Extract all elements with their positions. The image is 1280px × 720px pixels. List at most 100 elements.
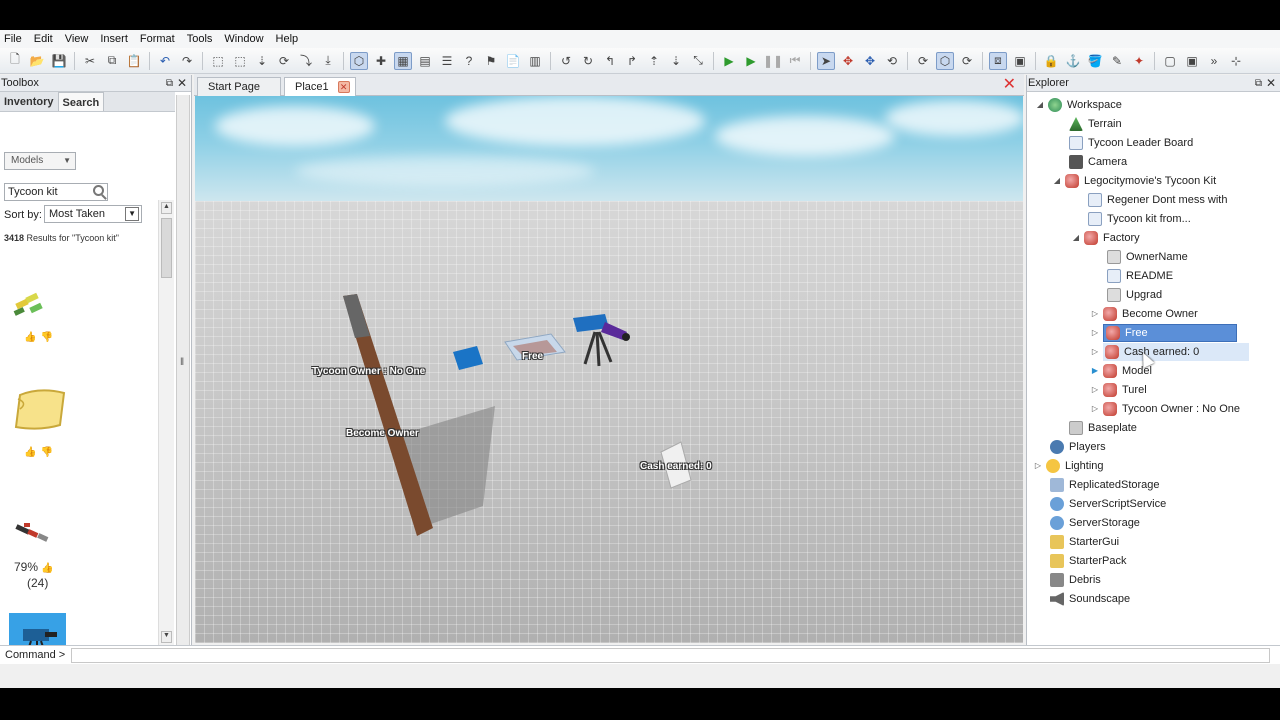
sort-select[interactable]: Most Taken ▼: [44, 205, 142, 223]
resize-tool-icon[interactable]: ✥: [861, 52, 879, 70]
lock-rotate-icon[interactable]: ⟳: [914, 52, 932, 70]
tree-item-players[interactable]: Players: [1037, 438, 1106, 456]
rotate-left-icon[interactable]: ↺: [557, 52, 575, 70]
tree-item-tycoon-kit[interactable]: ◢ Legocitymovie's Tycoon Kit: [1052, 172, 1216, 190]
menu-tools[interactable]: Tools: [187, 33, 220, 45]
pointer-icon[interactable]: ➤: [817, 51, 835, 70]
tilt-left-icon[interactable]: ↰: [601, 52, 619, 70]
tree-item-cash-earned-row[interactable]: ▷ Cash earned: 0: [1090, 343, 1250, 361]
expand-icon[interactable]: ▷: [1090, 343, 1100, 361]
move-tool-icon[interactable]: ✥: [839, 52, 857, 70]
tree-item-regener[interactable]: Regener Dont mess with: [1075, 191, 1227, 209]
help-icon[interactable]: ?: [460, 52, 478, 70]
tree-item-leader-board[interactable]: Tycoon Leader Board: [1056, 134, 1193, 152]
run-icon[interactable]: ▶: [742, 52, 760, 70]
tree-item-ownername[interactable]: OwnerName: [1094, 248, 1188, 266]
command-input[interactable]: [71, 647, 1270, 663]
pause-icon[interactable]: ❚❚: [763, 52, 783, 70]
surface-icon[interactable]: ✦: [1130, 52, 1148, 70]
search-input[interactable]: Tycoon kit: [4, 183, 108, 201]
scale-icon[interactable]: ⤡: [689, 52, 707, 70]
copy-icon[interactable]: ⧉: [103, 52, 121, 70]
grip-icon[interactable]: ‖: [180, 357, 184, 368]
menu-view[interactable]: View: [65, 33, 96, 45]
tree-item-debris[interactable]: Debris: [1037, 571, 1101, 589]
tree-item-server-script-service[interactable]: ServerScriptService: [1037, 495, 1166, 513]
expand-icon[interactable]: ▷: [1090, 324, 1100, 342]
close-document-icon[interactable]: ✕: [1003, 77, 1016, 93]
tab-place1[interactable]: Place1 ✕: [284, 77, 356, 96]
tree-item-baseplate[interactable]: Baseplate: [1056, 419, 1137, 437]
anchor-drop-icon[interactable]: ⤓: [319, 52, 337, 70]
tree-item-replicated-storage[interactable]: ReplicatedStorage: [1037, 476, 1160, 494]
tree-item-free-row[interactable]: ▷ Free: [1090, 324, 1237, 342]
tree-item-camera[interactable]: Camera: [1056, 153, 1127, 171]
menu-file[interactable]: File: [4, 33, 29, 45]
menu-window[interactable]: Window: [224, 33, 270, 45]
close-icon[interactable]: ✕: [177, 75, 187, 92]
toolbox-scrollbar[interactable]: ▲ ▼: [158, 200, 174, 645]
save-icon[interactable]: 💾: [50, 52, 68, 70]
ungroup-icon[interactable]: ⬚: [231, 52, 249, 70]
menu-format[interactable]: Format: [140, 33, 182, 45]
close-icon[interactable]: ✕: [1266, 75, 1276, 92]
scroll-down-icon[interactable]: ▼: [161, 631, 172, 643]
tree-item-tycoon-owner[interactable]: ▷ Tycoon Owner : No One: [1090, 400, 1240, 418]
fullscreen-icon[interactable]: ▢: [1161, 52, 1179, 70]
anchor-icon[interactable]: ⚓: [1064, 52, 1082, 70]
tree-item-workspace[interactable]: ◢ Workspace: [1035, 96, 1122, 114]
drop-icon[interactable]: ⇣: [253, 52, 271, 70]
paste-icon[interactable]: 📋: [125, 52, 143, 70]
tree-item-cash-earned[interactable]: Cash earned: 0: [1103, 343, 1250, 361]
expand-icon[interactable]: ▷: [1033, 457, 1043, 475]
vote-icons[interactable]: 👍👎: [24, 447, 57, 458]
tab-start-page[interactable]: Start Page ✕: [197, 77, 281, 112]
overflow-icon[interactable]: »: [1205, 52, 1223, 70]
output-icon[interactable]: ☰: [438, 52, 456, 70]
rotate-right-icon[interactable]: ↻: [579, 52, 597, 70]
rotate-tool-icon[interactable]: ⟲: [883, 52, 901, 70]
group-icon[interactable]: ⬚: [209, 52, 227, 70]
tree-item-lighting[interactable]: ▷ Lighting: [1033, 457, 1104, 475]
expand-icon[interactable]: ▷: [1090, 305, 1100, 323]
model-thumbnail[interactable]: [10, 385, 70, 443]
material-icon[interactable]: ✎: [1108, 52, 1126, 70]
collapse-icon[interactable]: ◢: [1035, 96, 1045, 114]
tree-item-starter-gui[interactable]: StarterGui: [1037, 533, 1119, 551]
tree-item-server-storage[interactable]: ServerStorage: [1037, 514, 1140, 532]
pin-icon[interactable]: ⧉: [1255, 75, 1262, 92]
explorer-icon[interactable]: ▥: [526, 52, 544, 70]
rotate-icon[interactable]: ⟳: [275, 52, 293, 70]
tree-item-turel[interactable]: ▷ Turel: [1090, 381, 1147, 399]
new-file-icon[interactable]: 🗋: [6, 52, 24, 70]
menu-help[interactable]: Help: [276, 33, 306, 45]
category-select[interactable]: Models ▼: [4, 152, 76, 170]
menu-edit[interactable]: Edit: [34, 33, 60, 45]
pin-icon[interactable]: ⧉: [166, 75, 173, 92]
group-select-icon[interactable]: ⧈: [989, 51, 1007, 70]
cut-icon[interactable]: ✂: [81, 52, 99, 70]
joints-icon[interactable]: ⟳: [958, 52, 976, 70]
script-icon[interactable]: 📄: [504, 52, 522, 70]
tree-expand-icon[interactable]: ⊹: [1227, 52, 1245, 70]
properties-icon[interactable]: ▤: [416, 52, 434, 70]
lock-icon[interactable]: 🔒: [1042, 52, 1060, 70]
move-up-icon[interactable]: ⇡: [645, 52, 663, 70]
tab-search[interactable]: Search: [57, 92, 105, 111]
grid-icon[interactable]: ▦: [394, 51, 412, 70]
team-icon[interactable]: ⚑: [482, 52, 500, 70]
close-icon[interactable]: ✕: [337, 81, 350, 94]
tree-item-upgrad[interactable]: Upgrad: [1094, 286, 1162, 304]
model-thumbnail[interactable]: [10, 515, 54, 552]
collapse-icon[interactable]: ◢: [1071, 229, 1081, 247]
union-icon[interactable]: ▣: [1011, 52, 1029, 70]
insert-object-icon[interactable]: ✚: [372, 52, 390, 70]
tree-item-starter-pack[interactable]: StarterPack: [1037, 552, 1126, 570]
select-tool-icon[interactable]: ⬡: [350, 51, 368, 70]
scroll-up-icon[interactable]: ▲: [161, 202, 172, 214]
play-solo-icon[interactable]: ▶: [720, 52, 738, 70]
collapse-icon[interactable]: ◢: [1052, 172, 1062, 190]
expand-icon[interactable]: ▶: [1090, 362, 1100, 380]
open-folder-icon[interactable]: 📂: [28, 52, 46, 70]
tree-item-factory[interactable]: ◢ Factory: [1071, 229, 1140, 247]
